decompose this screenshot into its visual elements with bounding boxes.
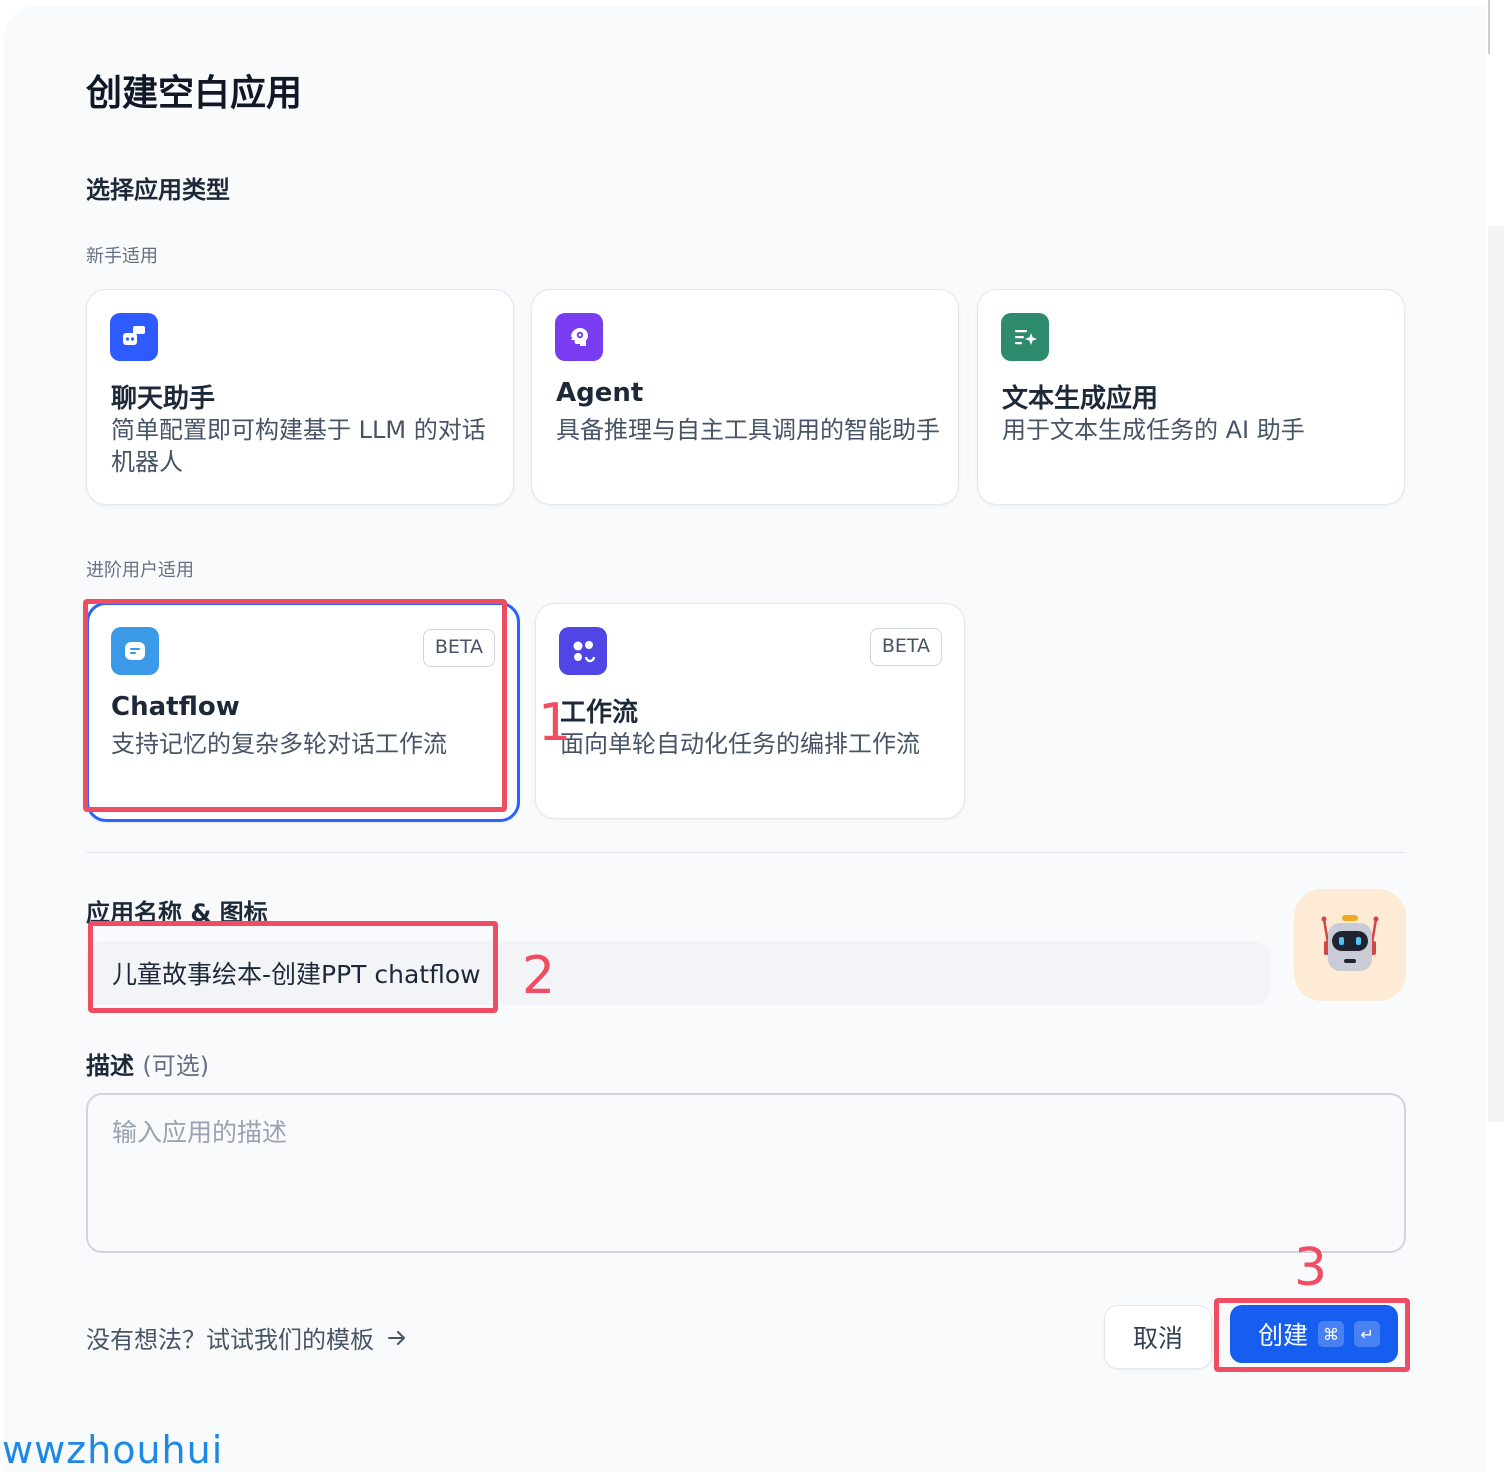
card-name: 聊天助手 [111,384,216,414]
section-title: 选择应用类型 [86,176,230,204]
card-name: Agent [556,378,644,408]
annotation-number-2: 2 [522,946,556,1006]
scrollbar-top [1488,0,1490,54]
divider [86,852,1406,853]
card-desc: 具备推理与自主工具调用的智能助手 [556,416,940,444]
annotation-number-1: 1 [538,693,572,753]
card-name: 文本生成应用 [1002,384,1159,414]
robot-avatar-icon [1321,915,1379,971]
dialog-title: 创建空白应用 [86,73,303,114]
app-type-card-workflow[interactable]: BETA 工作流 面向单轮自动化任务的编排工作流 [535,603,965,819]
card-desc: 面向单轮自动化任务的编排工作流 [560,730,920,758]
annotation-number-3: 3 [1294,1238,1328,1298]
workflow-icon [559,627,607,675]
text-generation-icon [1001,313,1049,361]
arrow-right-icon [388,1330,405,1345]
app-type-card-agent[interactable]: Agent 具备推理与自主工具调用的智能助手 [531,289,959,505]
cancel-button[interactable]: 取消 [1104,1305,1212,1369]
desc-optional-text: (可选) [142,1052,210,1080]
app-description-input[interactable] [86,1093,1406,1253]
template-link[interactable]: 没有想法？试试我们的模板 [86,1320,408,1355]
desc-field-label: 描述 (可选) [86,1046,209,1081]
desc-label-text: 描述 [86,1052,134,1080]
annotation-box-2 [88,921,498,1013]
scrollbar[interactable] [1488,226,1504,1122]
group-label-advanced: 进阶用户适用 [86,560,194,581]
app-type-card-chatbot[interactable]: 聊天助手 简单配置即可构建基于 LLM 的对话机器人 [86,289,514,505]
annotation-box-3 [1214,1298,1410,1372]
chatbot-icon [110,313,158,361]
app-type-card-text-generator[interactable]: 文本生成应用 用于文本生成任务的 AI 助手 [977,289,1405,505]
card-name: 工作流 [560,698,639,728]
annotation-box-1 [83,599,507,812]
agent-brain-icon [555,313,603,361]
group-label-beginner: 新手适用 [86,246,158,267]
card-desc: 用于文本生成任务的 AI 助手 [1002,416,1305,444]
app-icon-picker[interactable] [1294,889,1406,1001]
beta-badge: BETA [869,628,942,666]
watermark: wwzhouhui [2,1428,224,1472]
template-link-text: 没有想法？试试我们的模板 [86,1326,374,1354]
card-desc: 简单配置即可构建基于 LLM 的对话机器人 [111,416,486,476]
